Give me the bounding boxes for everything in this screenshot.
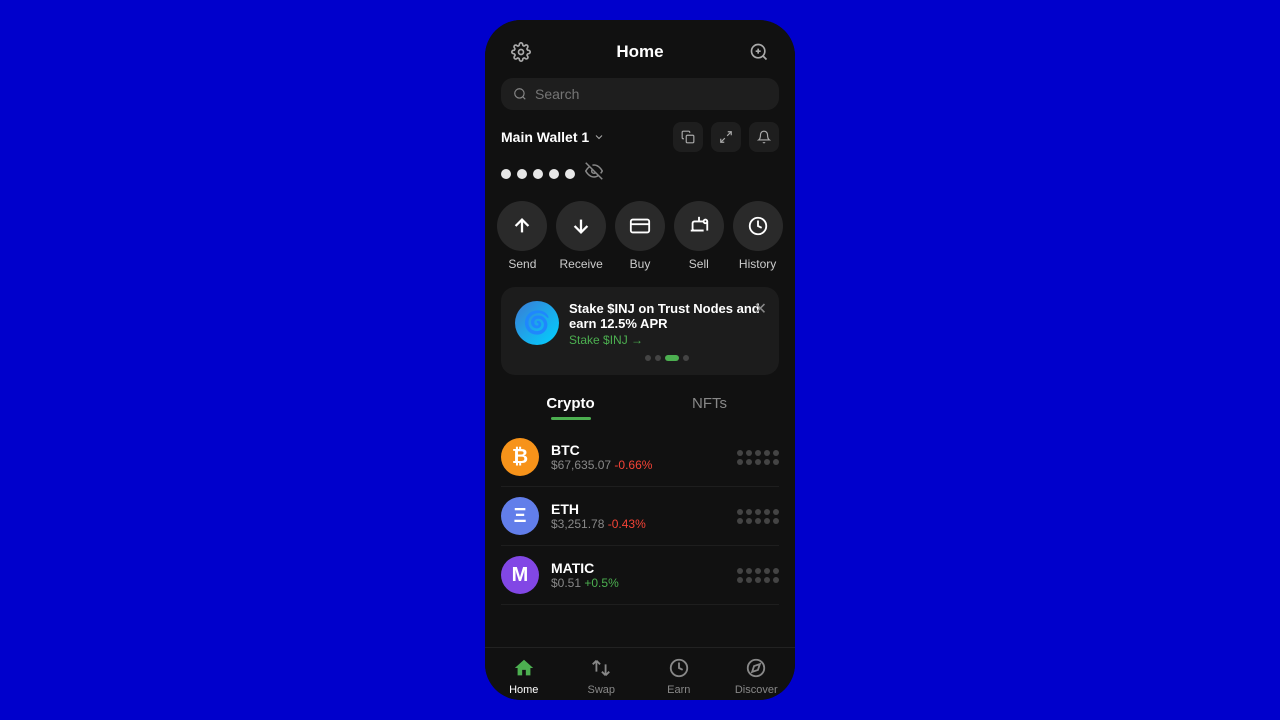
history-button[interactable]: History [733,201,783,271]
eth-change: -0.43% [608,517,646,531]
banner-logo: 🌀 [515,301,559,345]
matic-balance-dots [737,568,779,583]
balance-dot-5 [565,169,575,179]
banner-dot-3 [665,355,679,361]
sell-icon-circle [674,201,724,251]
banner-indicators [569,355,765,361]
header: Home [485,20,795,78]
buy-icon-circle [615,201,665,251]
balance-dot-4 [549,169,559,179]
crypto-item-eth[interactable]: Ξ ETH $3,251.78 -0.43% [501,487,779,546]
btc-change: -0.66% [614,458,652,472]
tab-nfts[interactable]: NFTs [640,387,779,420]
eth-name: ETH [551,501,737,517]
banner-dot-1 [645,355,651,361]
crypto-list: ₿ BTC $67,635.07 -0.66% Ξ ETH [485,428,795,647]
send-icon-circle [497,201,547,251]
matic-price: $0.51 +0.5% [551,576,737,590]
btc-info: BTC $67,635.07 -0.66% [551,442,737,472]
btc-name: BTC [551,442,737,458]
swap-icon [589,656,613,680]
chevron-down-icon [593,131,605,143]
btc-logo: ₿ [501,438,539,476]
nav-earn-label: Earn [667,684,690,696]
banner-title: Stake $INJ on Trust Nodes and earn 12.5%… [569,301,765,331]
earn-icon [667,656,691,680]
sell-label: Sell [689,257,709,271]
balance-dot-2 [517,169,527,179]
action-buttons: Send Receive Buy [485,201,795,287]
receive-button[interactable]: Receive [556,201,606,271]
wallet-selector[interactable]: Main Wallet 1 [501,129,605,145]
nav-earn[interactable]: Earn [640,656,718,696]
matic-logo: M [501,556,539,594]
send-button[interactable]: Send [497,201,547,271]
home-icon [512,656,536,680]
search-icon [513,87,527,101]
eth-logo: Ξ [501,497,539,535]
matic-name: MATIC [551,560,737,576]
bottom-nav: Home Swap Earn [485,647,795,700]
banner-content: Stake $INJ on Trust Nodes and earn 12.5%… [569,301,765,361]
balance-dot-1 [501,169,511,179]
stake-link[interactable]: Stake $INJ → [569,333,765,347]
nav-discover-label: Discover [735,684,778,696]
discover-icon [744,656,768,680]
crypto-item-btc[interactable]: ₿ BTC $67,635.07 -0.66% [501,428,779,487]
settings-icon[interactable] [505,36,537,68]
hide-balance-icon[interactable] [585,162,603,185]
receive-label: Receive [560,257,603,271]
wallet-row: Main Wallet 1 [485,122,795,162]
nav-home-label: Home [509,684,538,696]
btc-price: $67,635.07 -0.66% [551,458,737,472]
search-bar [501,78,779,110]
tab-crypto[interactable]: Crypto [501,387,640,420]
banner-close-button[interactable]: ✕ [754,299,767,319]
matic-info: MATIC $0.51 +0.5% [551,560,737,590]
wallet-name-label: Main Wallet 1 [501,129,589,145]
history-icon-circle [733,201,783,251]
crypto-item-matic[interactable]: M MATIC $0.51 +0.5% [501,546,779,605]
nav-home[interactable]: Home [485,656,563,696]
scan-icon[interactable] [743,36,775,68]
asset-tabs: Crypto NFTs [485,387,795,420]
receive-icon-circle [556,201,606,251]
notifications-button[interactable] [749,122,779,152]
nav-swap-label: Swap [587,684,615,696]
eth-balance-dots [737,509,779,524]
eth-price: $3,251.78 -0.43% [551,517,737,531]
sell-button[interactable]: Sell [674,201,724,271]
staking-banner: 🌀 Stake $INJ on Trust Nodes and earn 12.… [501,287,779,375]
search-input[interactable] [535,86,767,102]
nav-discover[interactable]: Discover [718,656,796,696]
balance-row [485,162,795,201]
buy-button[interactable]: Buy [615,201,665,271]
balance-dot-3 [533,169,543,179]
expand-button[interactable] [711,122,741,152]
matic-change: +0.5% [584,576,618,590]
buy-label: Buy [630,257,651,271]
phone-app: Home Main Wallet 1 [485,20,795,700]
send-label: Send [508,257,536,271]
nav-swap[interactable]: Swap [563,656,641,696]
eth-info: ETH $3,251.78 -0.43% [551,501,737,531]
wallet-action-buttons [673,122,779,152]
copy-address-button[interactable] [673,122,703,152]
banner-dot-4 [683,355,689,361]
page-title: Home [616,42,663,62]
btc-balance-dots [737,450,779,465]
history-label: History [739,257,776,271]
banner-dot-2 [655,355,661,361]
